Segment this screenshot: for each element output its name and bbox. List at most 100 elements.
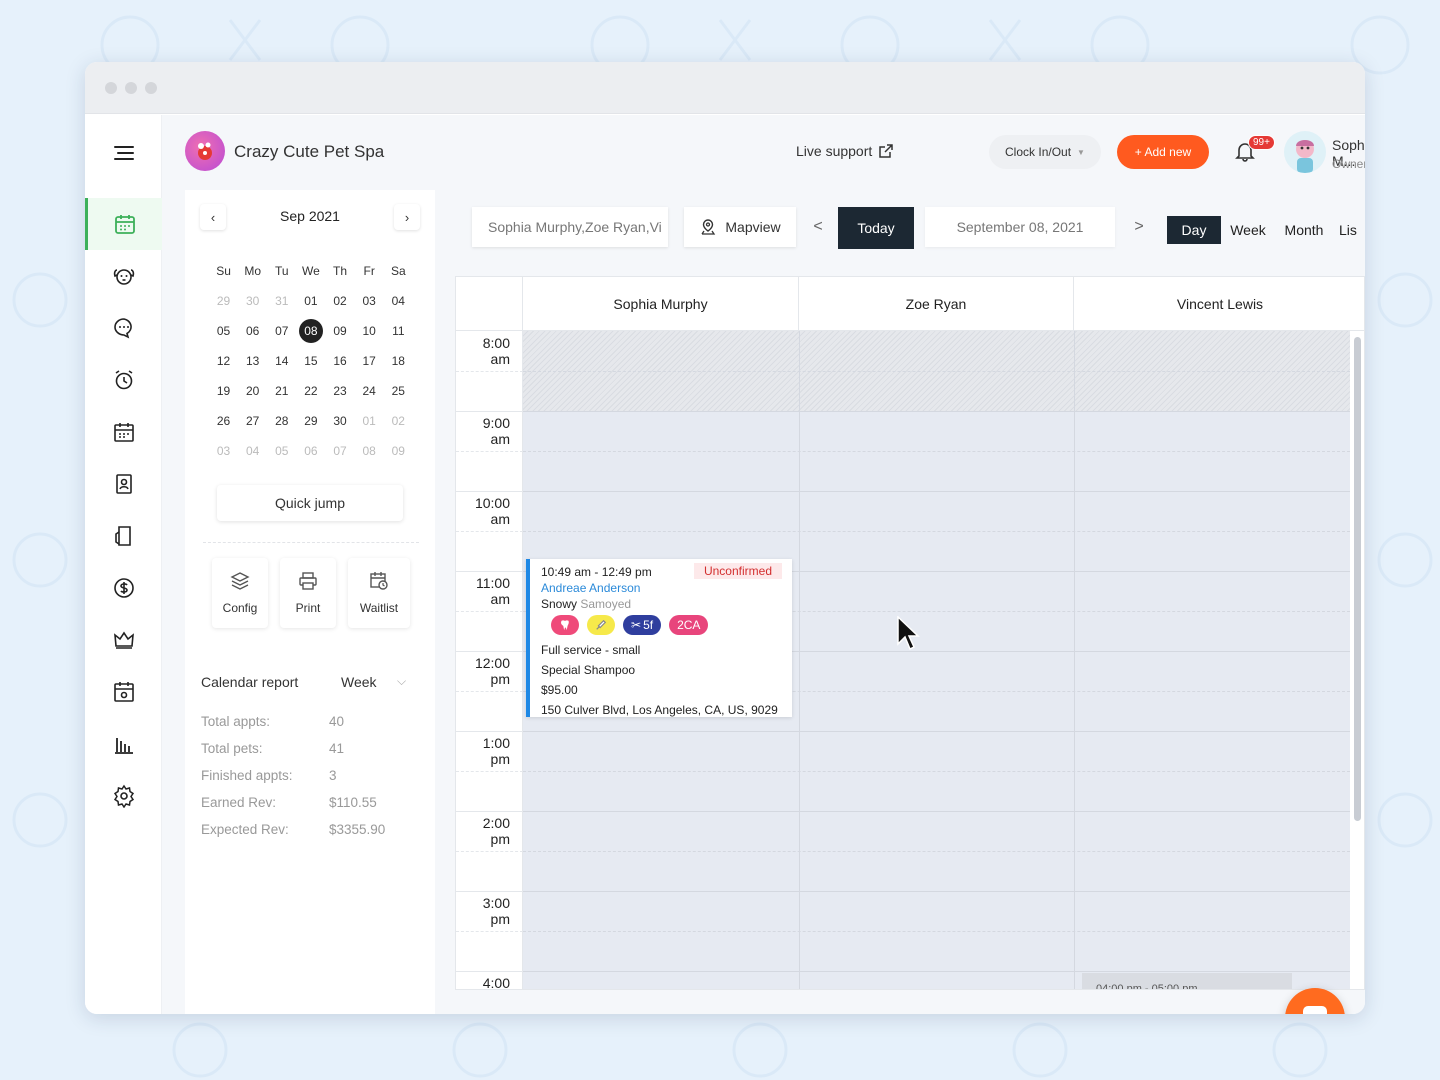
calendar-day[interactable]: 28 bbox=[267, 414, 296, 428]
calendar-day[interactable]: 05 bbox=[267, 444, 296, 458]
calendar-day[interactable]: 09 bbox=[326, 324, 355, 338]
next-month-button[interactable]: › bbox=[394, 204, 420, 230]
clock-in-out-label: Clock In/Out bbox=[1005, 145, 1072, 159]
stat-label: Total pets: bbox=[201, 741, 263, 756]
calendar-day[interactable]: 07 bbox=[267, 324, 296, 338]
calendar-day[interactable]: 24 bbox=[355, 384, 384, 398]
calendar-day[interactable]: 27 bbox=[238, 414, 267, 428]
view-list-button[interactable]: Lis bbox=[1339, 216, 1365, 244]
sidebar-item-settings[interactable] bbox=[85, 770, 162, 822]
browser-window: Crazy Cute Pet Spa Live support Clock In… bbox=[85, 62, 1365, 1014]
support-chat-button[interactable] bbox=[1285, 988, 1345, 1014]
stat-value: $110.55 bbox=[329, 795, 377, 810]
calendar-day[interactable]: 18 bbox=[384, 354, 413, 368]
menu-toggle[interactable] bbox=[85, 127, 162, 179]
staff-column-header: Vincent Lewis bbox=[1074, 277, 1364, 331]
appointment-card[interactable]: 04:00 pm - 05:00 pm bbox=[1082, 973, 1292, 989]
current-date-picker[interactable]: September 08, 2021 bbox=[925, 207, 1115, 247]
calendar-day[interactable]: 04 bbox=[238, 444, 267, 458]
quick-jump-button[interactable]: Quick jump bbox=[217, 485, 403, 521]
calendar-day[interactable]: 29 bbox=[296, 414, 325, 428]
mapview-button[interactable]: Mapview bbox=[684, 207, 796, 247]
sidebar-item-membership[interactable] bbox=[85, 614, 162, 666]
calendar-day[interactable]: 02 bbox=[384, 414, 413, 428]
sidebar-item-schedule[interactable] bbox=[85, 406, 162, 458]
sidebar-item-reports[interactable] bbox=[85, 718, 162, 770]
calendar-day[interactable]: 05 bbox=[209, 324, 238, 338]
calendar-day[interactable]: 06 bbox=[238, 324, 267, 338]
calendar-day[interactable]: 03 bbox=[209, 444, 238, 458]
config-label: Config bbox=[222, 601, 258, 615]
calendar-day[interactable]: 02 bbox=[326, 294, 355, 308]
calendar-day[interactable]: 04 bbox=[384, 294, 413, 308]
calendar-day[interactable]: 25 bbox=[384, 384, 413, 398]
dollar-icon bbox=[113, 578, 134, 598]
live-support-link[interactable]: Live support bbox=[796, 143, 894, 159]
calendar-day[interactable]: 12 bbox=[209, 354, 238, 368]
prev-day-button[interactable]: < bbox=[800, 207, 836, 247]
calendar-scrollbar[interactable] bbox=[1354, 337, 1361, 821]
calendar-day[interactable]: 08 bbox=[296, 319, 325, 343]
appointment-tags: ✂ 5f 2CA bbox=[551, 614, 782, 636]
view-day-button[interactable]: Day bbox=[1167, 216, 1221, 244]
today-button[interactable]: Today bbox=[838, 207, 914, 249]
layers-icon bbox=[230, 572, 250, 590]
sidebar-item-checkin[interactable] bbox=[85, 510, 162, 562]
sidebar-item-bookings[interactable] bbox=[85, 666, 162, 718]
calendar-day[interactable]: 10 bbox=[355, 324, 384, 338]
calendar-day[interactable]: 26 bbox=[209, 414, 238, 428]
client-name-link[interactable]: Andreae Anderson bbox=[541, 580, 782, 596]
calendar-day[interactable]: 29 bbox=[209, 294, 238, 308]
schedule-icon bbox=[113, 423, 134, 442]
calendar-day[interactable]: 31 bbox=[267, 294, 296, 308]
add-new-button[interactable]: + Add new bbox=[1117, 135, 1209, 169]
calendar-day[interactable]: 07 bbox=[326, 444, 355, 458]
window-dot-maximize[interactable] bbox=[145, 82, 157, 94]
window-dot-minimize[interactable] bbox=[125, 82, 137, 94]
staff-filter-select[interactable]: Sophia Murphy,Zoe Ryan,Vi bbox=[472, 207, 668, 247]
view-month-button[interactable]: Month bbox=[1275, 216, 1333, 244]
sidebar-item-payments[interactable] bbox=[85, 562, 162, 614]
appointment-card[interactable]: 10:49 am - 12:49 pm Unconfirmed Andreae … bbox=[526, 559, 792, 717]
calendar-day[interactable]: 15 bbox=[296, 354, 325, 368]
calendar-day[interactable]: 03 bbox=[355, 294, 384, 308]
external-link-icon bbox=[879, 144, 894, 158]
config-button[interactable]: Config bbox=[212, 558, 268, 628]
calendar-day[interactable]: 30 bbox=[326, 414, 355, 428]
user-avatar[interactable] bbox=[1284, 131, 1326, 173]
calendar-day[interactable]: 08 bbox=[355, 444, 384, 458]
calendar-day[interactable]: 01 bbox=[355, 414, 384, 428]
calendar-day[interactable]: 09 bbox=[384, 444, 413, 458]
brand-name: Crazy Cute Pet Spa bbox=[234, 142, 385, 161]
calendar-day[interactable]: 11 bbox=[384, 324, 413, 338]
sidebar-item-reminders[interactable] bbox=[85, 354, 162, 406]
print-button[interactable]: Print bbox=[280, 558, 336, 628]
sidebar-item-contacts[interactable] bbox=[85, 458, 162, 510]
chat-bubble-icon bbox=[1303, 1006, 1327, 1014]
calendar-day[interactable]: 20 bbox=[238, 384, 267, 398]
calendar-day[interactable]: 06 bbox=[296, 444, 325, 458]
stat-value: 41 bbox=[329, 741, 345, 756]
sidebar-item-messages[interactable] bbox=[85, 302, 162, 354]
calendar-day[interactable]: 01 bbox=[296, 294, 325, 308]
report-range-select[interactable]: Week bbox=[341, 674, 377, 690]
calendar-day[interactable]: 19 bbox=[209, 384, 238, 398]
window-dot-close[interactable] bbox=[105, 82, 117, 94]
view-week-button[interactable]: Week bbox=[1225, 216, 1271, 244]
calendar-day[interactable]: 22 bbox=[296, 384, 325, 398]
stat-label: Finished appts: bbox=[201, 768, 293, 783]
calendar-day[interactable]: 21 bbox=[267, 384, 296, 398]
calendar-day[interactable]: 17 bbox=[355, 354, 384, 368]
waitlist-button[interactable]: Waitlist bbox=[348, 558, 410, 628]
calendar-day[interactable]: 16 bbox=[326, 354, 355, 368]
sidebar-item-calendar[interactable] bbox=[85, 198, 162, 250]
calendar-day[interactable]: 14 bbox=[267, 354, 296, 368]
pet-info: Snowy Samoyed bbox=[541, 596, 782, 612]
chevron-down-icon[interactable]: ⌵ bbox=[397, 674, 406, 689]
calendar-day[interactable]: 23 bbox=[326, 384, 355, 398]
next-day-button[interactable]: > bbox=[1121, 207, 1157, 247]
calendar-day[interactable]: 30 bbox=[238, 294, 267, 308]
sidebar-item-pets[interactable] bbox=[85, 250, 162, 302]
calendar-day[interactable]: 13 bbox=[238, 354, 267, 368]
clock-in-out-button[interactable]: Clock In/Out ▼ bbox=[989, 135, 1101, 169]
